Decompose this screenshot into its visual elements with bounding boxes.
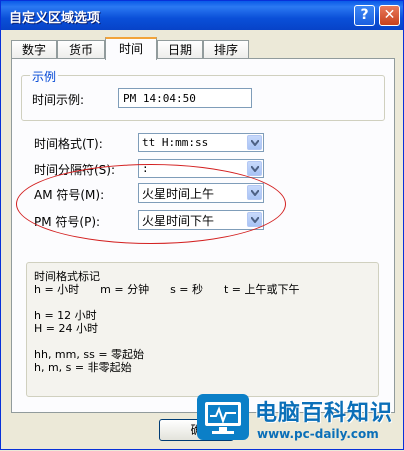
chevron-down-icon[interactable] xyxy=(247,135,262,150)
time-example-label: 时间示例: xyxy=(32,93,85,107)
help-button[interactable]: ? xyxy=(354,5,375,26)
time-separator-select[interactable]: : xyxy=(138,159,264,178)
site-watermark: 电脑百科知识 www.pc-daily.com xyxy=(197,391,404,451)
chevron-down-icon[interactable] xyxy=(247,161,262,176)
tab-currency[interactable]: 货币 xyxy=(57,40,105,59)
legend-line: h = 小时 m = 分钟 s = 秒 t = 上午或下午 xyxy=(34,283,300,296)
format-legend: 时间格式标记 h = 小时 m = 分钟 s = 秒 t = 上午或下午 h =… xyxy=(26,262,379,397)
title-bar[interactable]: 自定义区域选项 ? ✕ xyxy=(1,1,403,30)
am-symbol-value: 火星时间上午 xyxy=(142,187,215,201)
tab-sort[interactable]: 排序 xyxy=(203,40,249,59)
time-format-value: tt H:mm:ss xyxy=(142,136,209,149)
time-format-select[interactable]: tt H:mm:ss xyxy=(138,133,264,152)
chevron-down-icon[interactable] xyxy=(247,185,262,200)
am-symbol-select[interactable]: 火星时间上午 xyxy=(138,183,264,203)
dialog-window: 自定义区域选项 ? ✕ 数字 货币 时间 日期 排序 示例 时间示例: PM 1… xyxy=(0,0,404,450)
window-title: 自定义区域选项 xyxy=(9,11,101,26)
monitor-logo-icon xyxy=(197,394,249,440)
close-button[interactable]: ✕ xyxy=(379,5,400,26)
pm-symbol-label: PM 符号(P): xyxy=(34,215,101,229)
time-separator-value: : xyxy=(142,162,149,175)
pm-symbol-select[interactable]: 火星时间下午 xyxy=(138,210,264,230)
time-format-label: 时间格式(T): xyxy=(34,137,103,151)
legend-line: h, m, s = 非零起始 xyxy=(34,361,132,374)
example-group-title: 示例 xyxy=(30,68,59,85)
tab-panel: 示例 时间示例: PM 14:04:50 时间格式(T): tt H:mm:ss… xyxy=(11,58,395,413)
watermark-url: www.pc-daily.com xyxy=(257,427,379,441)
example-group: 示例 时间示例: PM 14:04:50 xyxy=(21,68,385,121)
time-example-field: PM 14:04:50 xyxy=(118,88,252,108)
tab-numbers[interactable]: 数字 xyxy=(11,40,57,59)
am-symbol-label: AM 符号(M): xyxy=(34,188,105,202)
time-separator-label: 时间分隔符(S): xyxy=(34,163,116,177)
tab-date[interactable]: 日期 xyxy=(157,40,203,59)
watermark-name: 电脑百科知识 xyxy=(255,401,394,426)
chevron-down-icon[interactable] xyxy=(247,212,262,227)
tab-time[interactable]: 时间 xyxy=(105,37,157,60)
legend-line: H = 24 小时 xyxy=(34,322,98,335)
pm-symbol-value: 火星时间下午 xyxy=(142,214,215,228)
